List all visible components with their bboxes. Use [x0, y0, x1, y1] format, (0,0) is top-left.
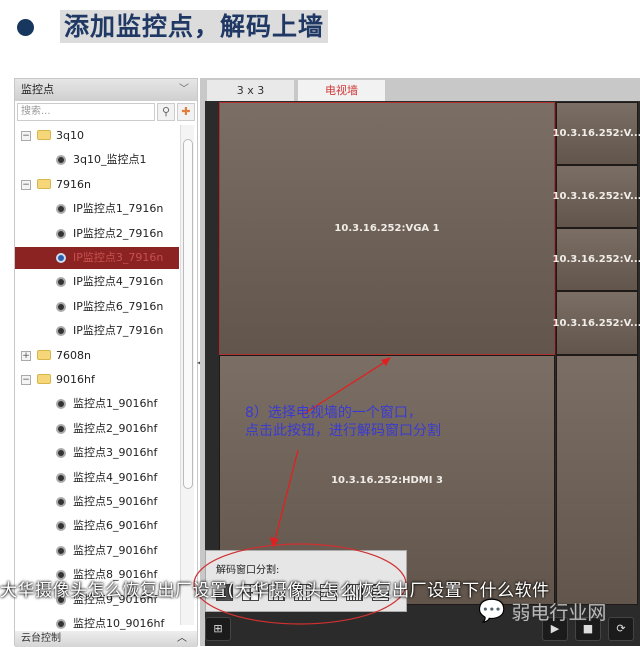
watermark-brand: 💬 弱电行业网 — [478, 598, 606, 625]
annotation-line: 点击此按钮，进行解码窗口分割 — [245, 423, 441, 439]
brand-text: 弱电行业网 — [511, 602, 607, 624]
annotation-arrows — [193, 357, 407, 625]
arrowhead — [381, 357, 391, 366]
arrow-to-button — [274, 449, 299, 541]
annotation-text: 8）选择电视墙的一个窗口， 点击此按钮，进行解码窗口分割 — [245, 404, 441, 440]
arrowhead — [270, 537, 279, 548]
annotation-line: 8）选择电视墙的一个窗口， — [245, 405, 422, 421]
wechat-icon: 💬 — [478, 599, 506, 624]
